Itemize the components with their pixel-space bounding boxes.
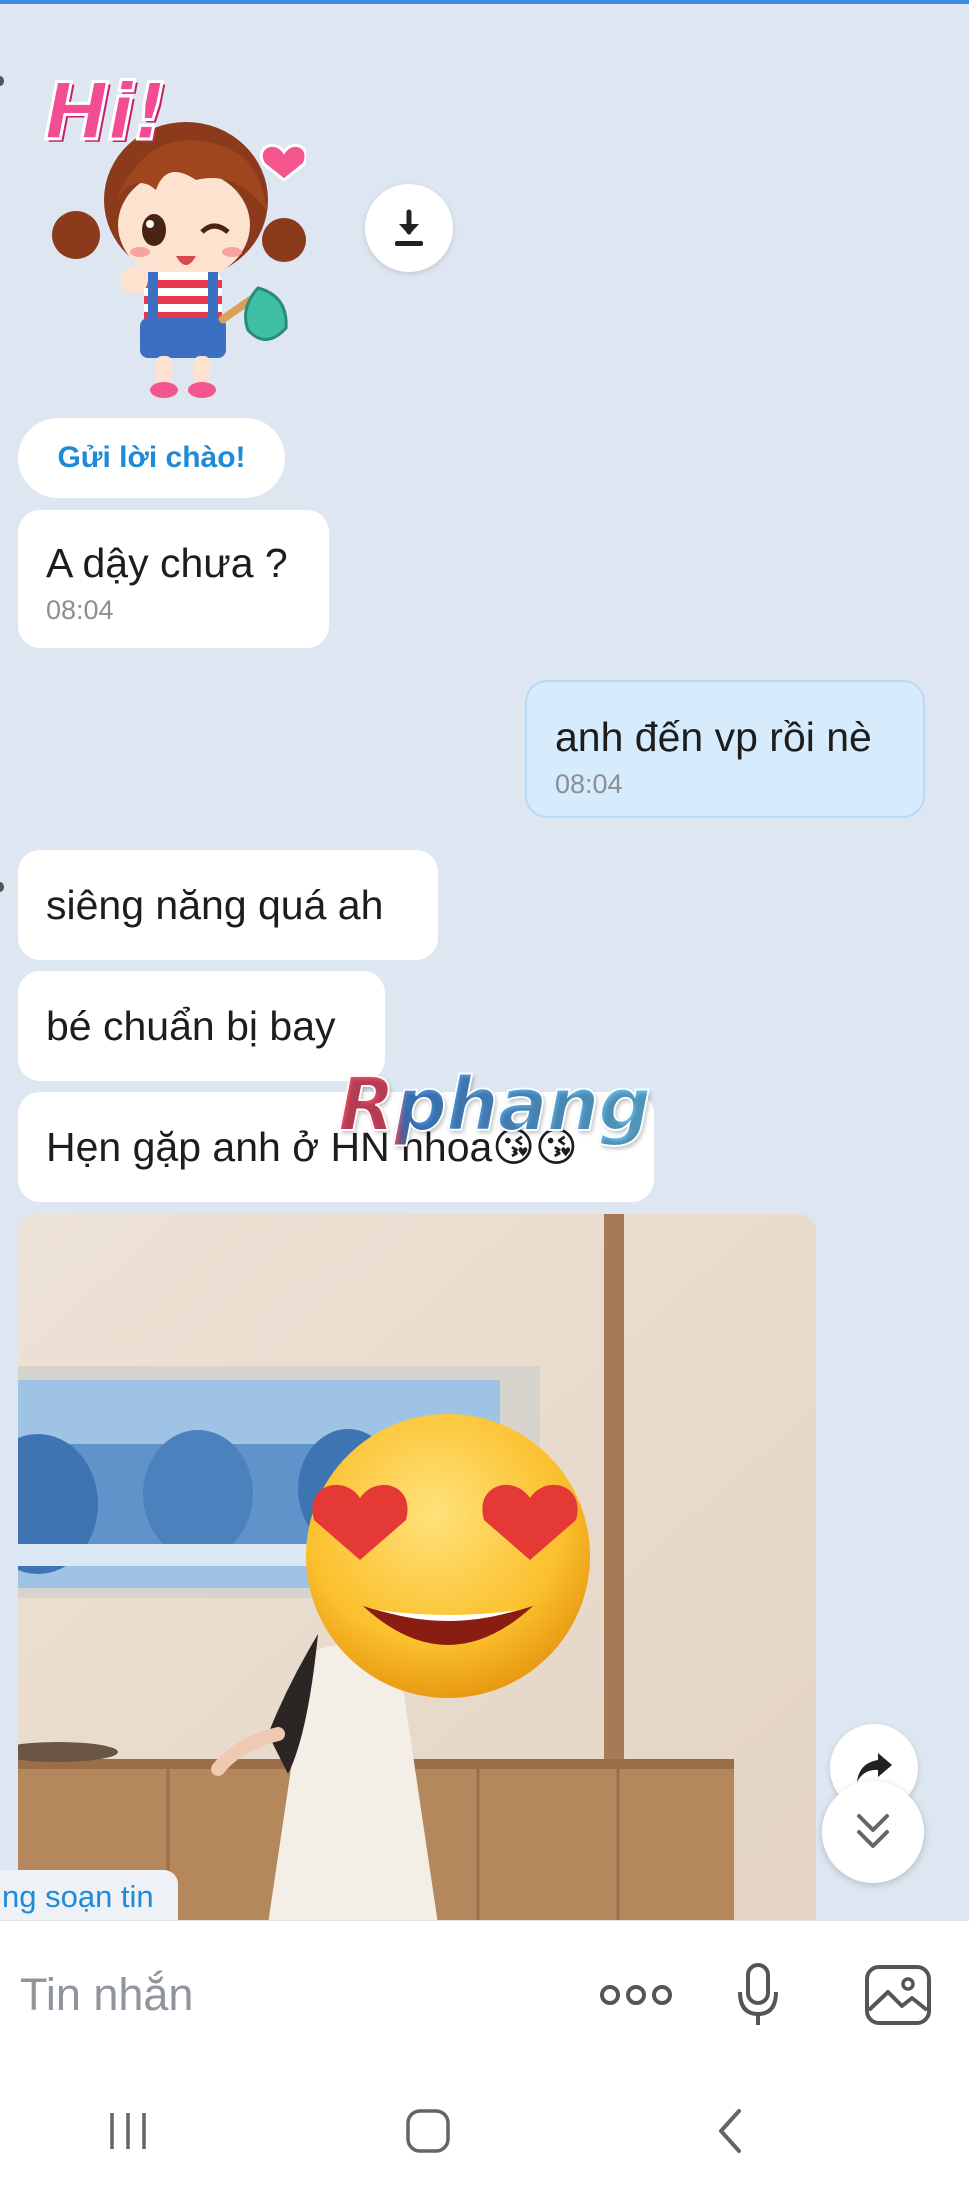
- photo-message[interactable]: [18, 1214, 816, 1920]
- sender-avatar-edge: [0, 882, 4, 892]
- scroll-to-bottom-button[interactable]: [822, 1781, 924, 1883]
- heart-eyes-emoji-icon: [306, 1414, 590, 1698]
- sender-avatar-edge: [0, 76, 4, 86]
- more-button[interactable]: [578, 1955, 694, 2035]
- system-navigation-bar: [0, 2068, 969, 2193]
- download-icon: [395, 209, 423, 246]
- message-text: A dậy chưa ?: [46, 540, 288, 586]
- home-icon: [406, 2109, 450, 2153]
- home-button[interactable]: [388, 2098, 468, 2164]
- message-time: 08:04: [46, 595, 114, 625]
- recent-apps-icon: [110, 2113, 146, 2149]
- back-icon: [719, 2109, 741, 2153]
- image-icon: [865, 1965, 931, 2025]
- watermark-logo: Rphang: [337, 1061, 652, 1149]
- photo-illustration: [18, 1214, 816, 1920]
- share-arrow-icon: [857, 1753, 892, 1782]
- recent-apps-button[interactable]: [88, 2098, 168, 2164]
- microphone-icon: [738, 1963, 778, 2025]
- typing-indicator: ng soạn tin: [0, 1870, 178, 1920]
- voice-message-button[interactable]: [718, 1955, 798, 2035]
- message-text: siêng năng quá ah: [46, 881, 384, 928]
- message-bubble-incoming[interactable]: siêng năng quá ah: [18, 850, 438, 960]
- message-bubble-incoming[interactable]: A dậy chưa ? 08:04: [18, 510, 329, 648]
- more-icon: [600, 1985, 672, 2005]
- message-bubble-outgoing[interactable]: anh đến vp rồi nè 08:04: [525, 680, 925, 818]
- send-greeting-button[interactable]: Gửi lời chào!: [18, 418, 285, 498]
- message-composer: [0, 1920, 969, 2068]
- message-bubble-incoming[interactable]: bé chuẩn bị bay: [18, 971, 385, 1081]
- back-button[interactable]: [690, 2098, 770, 2164]
- message-text: bé chuẩn bị bay: [46, 1002, 336, 1049]
- download-sticker-button[interactable]: [365, 184, 453, 272]
- chat-area[interactable]: Hi! Gửi lời chào! A dậy chưa ? 08:04 anh…: [0, 4, 969, 1920]
- sticker-hi-text: Hi!: [43, 67, 170, 160]
- message-input[interactable]: [20, 1965, 540, 2025]
- message-text: anh đến vp rồi nè: [555, 714, 872, 760]
- hi-sticker[interactable]: Hi!: [36, 60, 308, 400]
- send-image-button[interactable]: [848, 1955, 948, 2035]
- double-chevron-down-icon: [857, 1814, 889, 1848]
- message-time: 08:04: [555, 769, 623, 799]
